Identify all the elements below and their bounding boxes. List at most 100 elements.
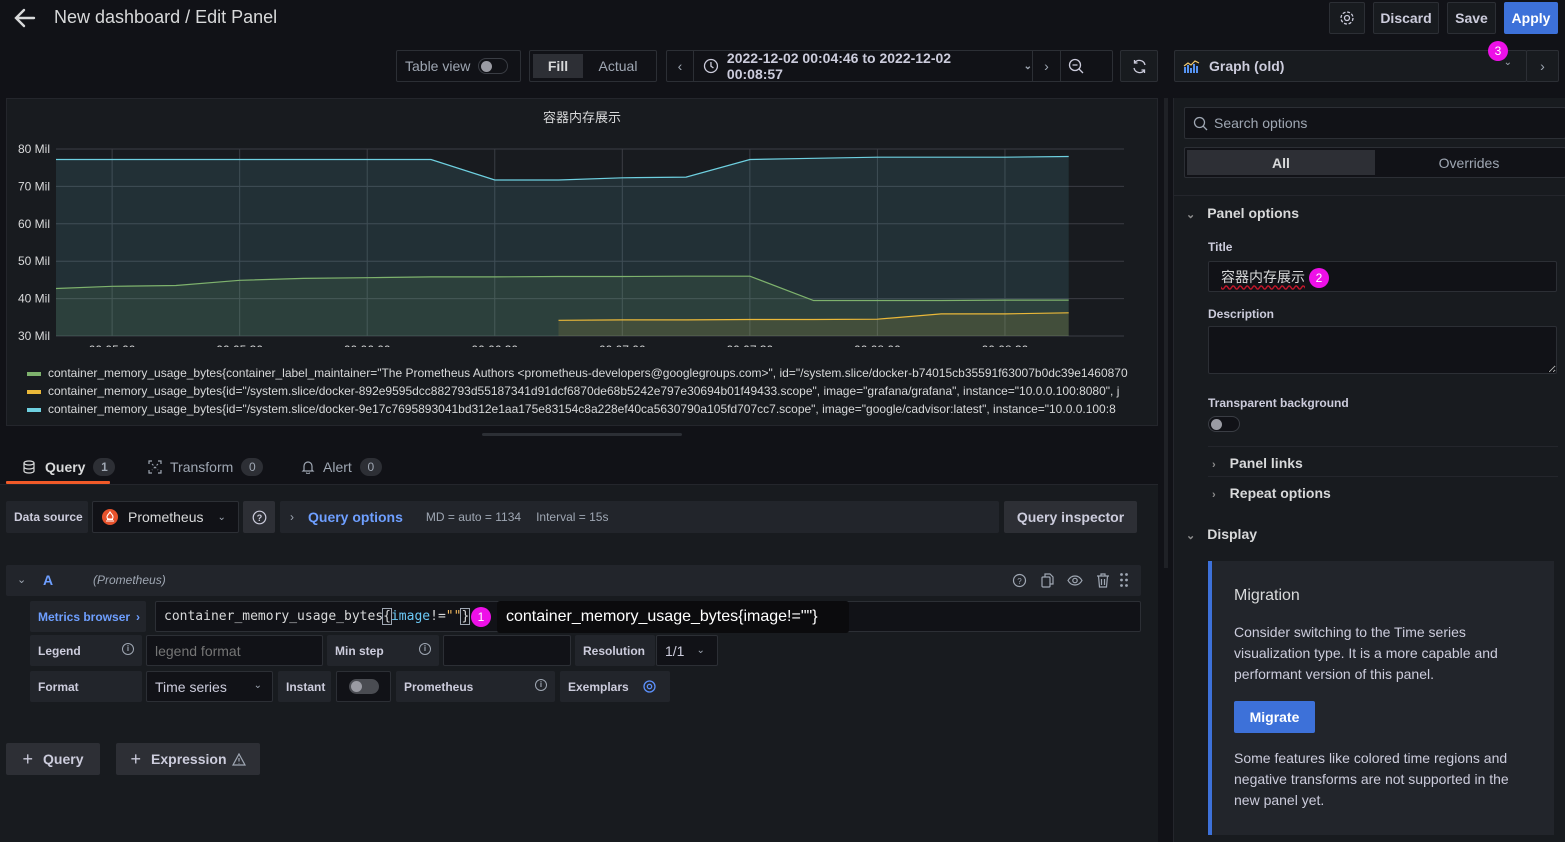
- query-operator-token: !=: [430, 609, 446, 624]
- eye-icon[interactable]: [1067, 573, 1083, 588]
- actual-option[interactable]: Actual: [583, 54, 653, 78]
- chevron-down-icon: ⌄: [1186, 530, 1196, 542]
- help-circle-icon[interactable]: ?: [1012, 573, 1027, 588]
- y-tick-label: 50 Mil: [18, 254, 50, 268]
- save-button[interactable]: Save: [1447, 2, 1496, 34]
- instant-toggle[interactable]: [348, 679, 379, 694]
- title-input[interactable]: 容器内存展示: [1208, 261, 1557, 292]
- back-button[interactable]: [12, 6, 38, 30]
- query-ref-id[interactable]: A: [43, 572, 53, 588]
- panel-resize-handle[interactable]: [482, 433, 682, 436]
- time-back-button[interactable]: ‹: [667, 51, 694, 81]
- info-icon[interactable]: i: [419, 643, 431, 655]
- data-source-label: Data source: [6, 501, 88, 533]
- query-tooltip-text: container_memory_usage_bytes{image!=""}: [506, 608, 818, 625]
- x-tick-label: 00:05:00: [89, 343, 136, 347]
- migration-text: Consider switching to the Time series vi…: [1234, 624, 1498, 682]
- panel-options-section[interactable]: ⌄ Panel options: [1186, 205, 1299, 221]
- transform-icon: [148, 460, 162, 474]
- query-inspector-button[interactable]: Query inspector: [1004, 501, 1137, 533]
- refresh-button[interactable]: [1120, 50, 1158, 82]
- time-range-text: 2022-12-02 00:04:46 to 2022-12-02 00:08:…: [726, 50, 952, 82]
- tab-query[interactable]: Query 1: [22, 450, 116, 484]
- tab-transform[interactable]: Transform 0: [148, 450, 264, 484]
- drag-handle-icon[interactable]: [1119, 572, 1129, 588]
- description-input[interactable]: [1208, 326, 1557, 374]
- divider: [1208, 446, 1558, 447]
- y-tick-label: 40 Mil: [18, 292, 50, 306]
- table-view-toggle[interactable]: [478, 58, 509, 74]
- trash-icon[interactable]: [1096, 573, 1110, 588]
- migrate-button[interactable]: Migrate: [1234, 701, 1315, 733]
- tab-alert[interactable]: Alert 0: [301, 450, 382, 484]
- max-data-points-info: MD = auto = 1134: [425, 510, 522, 524]
- chevron-down-icon: ⌄: [1186, 209, 1196, 221]
- description-label: Description: [1208, 307, 1275, 321]
- add-query-label: Query: [43, 751, 84, 767]
- legend-item[interactable]: container_memory_usage_bytes{container_l…: [27, 366, 1152, 380]
- title-label: Title: [1208, 240, 1233, 254]
- search-options-input[interactable]: Search options: [1184, 107, 1565, 139]
- title-value: 容器内存展示: [1221, 268, 1305, 285]
- y-tick-label: 60 Mil: [18, 217, 50, 231]
- pane-splitter[interactable]: [1164, 98, 1168, 568]
- migration-title: Migration: [1234, 587, 1300, 604]
- add-query-button[interactable]: + Query: [6, 743, 100, 775]
- time-forward-button[interactable]: ›: [1033, 51, 1061, 81]
- tab-overrides[interactable]: Overrides: [1375, 150, 1563, 175]
- query-tooltip: container_memory_usage_bytes{image!=""}: [497, 601, 849, 633]
- data-source-help-button[interactable]: ?: [243, 501, 275, 533]
- resolution-select[interactable]: 1/1 ⌄: [656, 635, 718, 666]
- legend-format-input[interactable]: [146, 635, 323, 666]
- add-expression-button[interactable]: + Expression: [116, 743, 260, 775]
- data-source-picker[interactable]: Prometheus ⌄: [92, 501, 239, 533]
- y-tick-label: 30 Mil: [18, 329, 50, 343]
- interval-info: Interval = 15s: [536, 510, 609, 524]
- metrics-browser-button[interactable]: Metrics browser ›: [30, 601, 146, 632]
- settings-button[interactable]: [1329, 2, 1365, 34]
- plus-icon: +: [130, 748, 142, 769]
- gear-icon: [1340, 11, 1354, 25]
- info-icon[interactable]: i: [535, 679, 547, 691]
- format-select[interactable]: Time series ⌄: [146, 671, 273, 702]
- query-options-bar[interactable]: › Query options MD = auto = 1134 Interva…: [280, 501, 999, 533]
- tab-transform-count: 0: [241, 458, 264, 476]
- time-range-button[interactable]: 2022-12-02 00:04:46 to 2022-12-02 00:08:…: [694, 50, 1033, 82]
- legend-swatch-yellow: [27, 389, 41, 394]
- duplicate-icon[interactable]: [1040, 573, 1055, 588]
- legend-swatch-cyan: [27, 407, 41, 412]
- discard-button[interactable]: Discard: [1373, 2, 1439, 34]
- zoom-out-button[interactable]: [1061, 51, 1092, 81]
- legend-item[interactable]: container_memory_usage_bytes{id="/system…: [27, 402, 1152, 416]
- apply-button[interactable]: Apply: [1504, 2, 1558, 34]
- fill-option[interactable]: Fill: [533, 54, 583, 78]
- info-icon[interactable]: i: [122, 643, 134, 655]
- query-label-token: image: [390, 609, 431, 624]
- query-datasource-name: (Prometheus): [93, 573, 166, 587]
- chevron-right-icon: ›: [1212, 459, 1216, 471]
- transparent-background-toggle[interactable]: [1208, 416, 1240, 432]
- legend-item[interactable]: container_memory_usage_bytes{id="/system…: [27, 384, 1152, 398]
- query-metric-token: container_memory_usage_bytes: [164, 609, 384, 624]
- search-icon: [1193, 116, 1208, 130]
- annotation-marker-2: 2: [1309, 268, 1329, 288]
- toggle-options-pane-button[interactable]: ›: [1526, 50, 1559, 82]
- plus-icon: +: [22, 748, 34, 769]
- min-step-input[interactable]: [443, 635, 571, 666]
- display-section[interactable]: ⌄ Display: [1186, 526, 1257, 542]
- query-brace-token: }: [460, 608, 471, 625]
- panel-links-section[interactable]: › Panel links: [1212, 455, 1303, 471]
- tab-all[interactable]: All: [1187, 150, 1375, 175]
- min-step-label: Min step i: [327, 635, 439, 666]
- visualization-picker[interactable]: Graph (old) ⌄: [1174, 50, 1527, 82]
- exemplars-eye-icon[interactable]: [643, 680, 656, 693]
- chevron-right-icon: ›: [1212, 489, 1216, 501]
- repeat-options-section[interactable]: › Repeat options: [1212, 485, 1331, 501]
- instant-label: Instant: [278, 671, 331, 702]
- collapse-chevron-icon[interactable]: ⌄: [17, 573, 26, 586]
- warning-icon: [231, 752, 246, 766]
- x-tick-label: 00:05:30: [216, 343, 263, 347]
- time-picker: ‹ 2022-12-02 00:04:46 to 2022-12-02 00:0…: [666, 50, 1113, 82]
- legend-text: container_memory_usage_bytes{id="/system…: [48, 402, 1116, 416]
- migration-note: Some features like colored time regions …: [1234, 750, 1509, 808]
